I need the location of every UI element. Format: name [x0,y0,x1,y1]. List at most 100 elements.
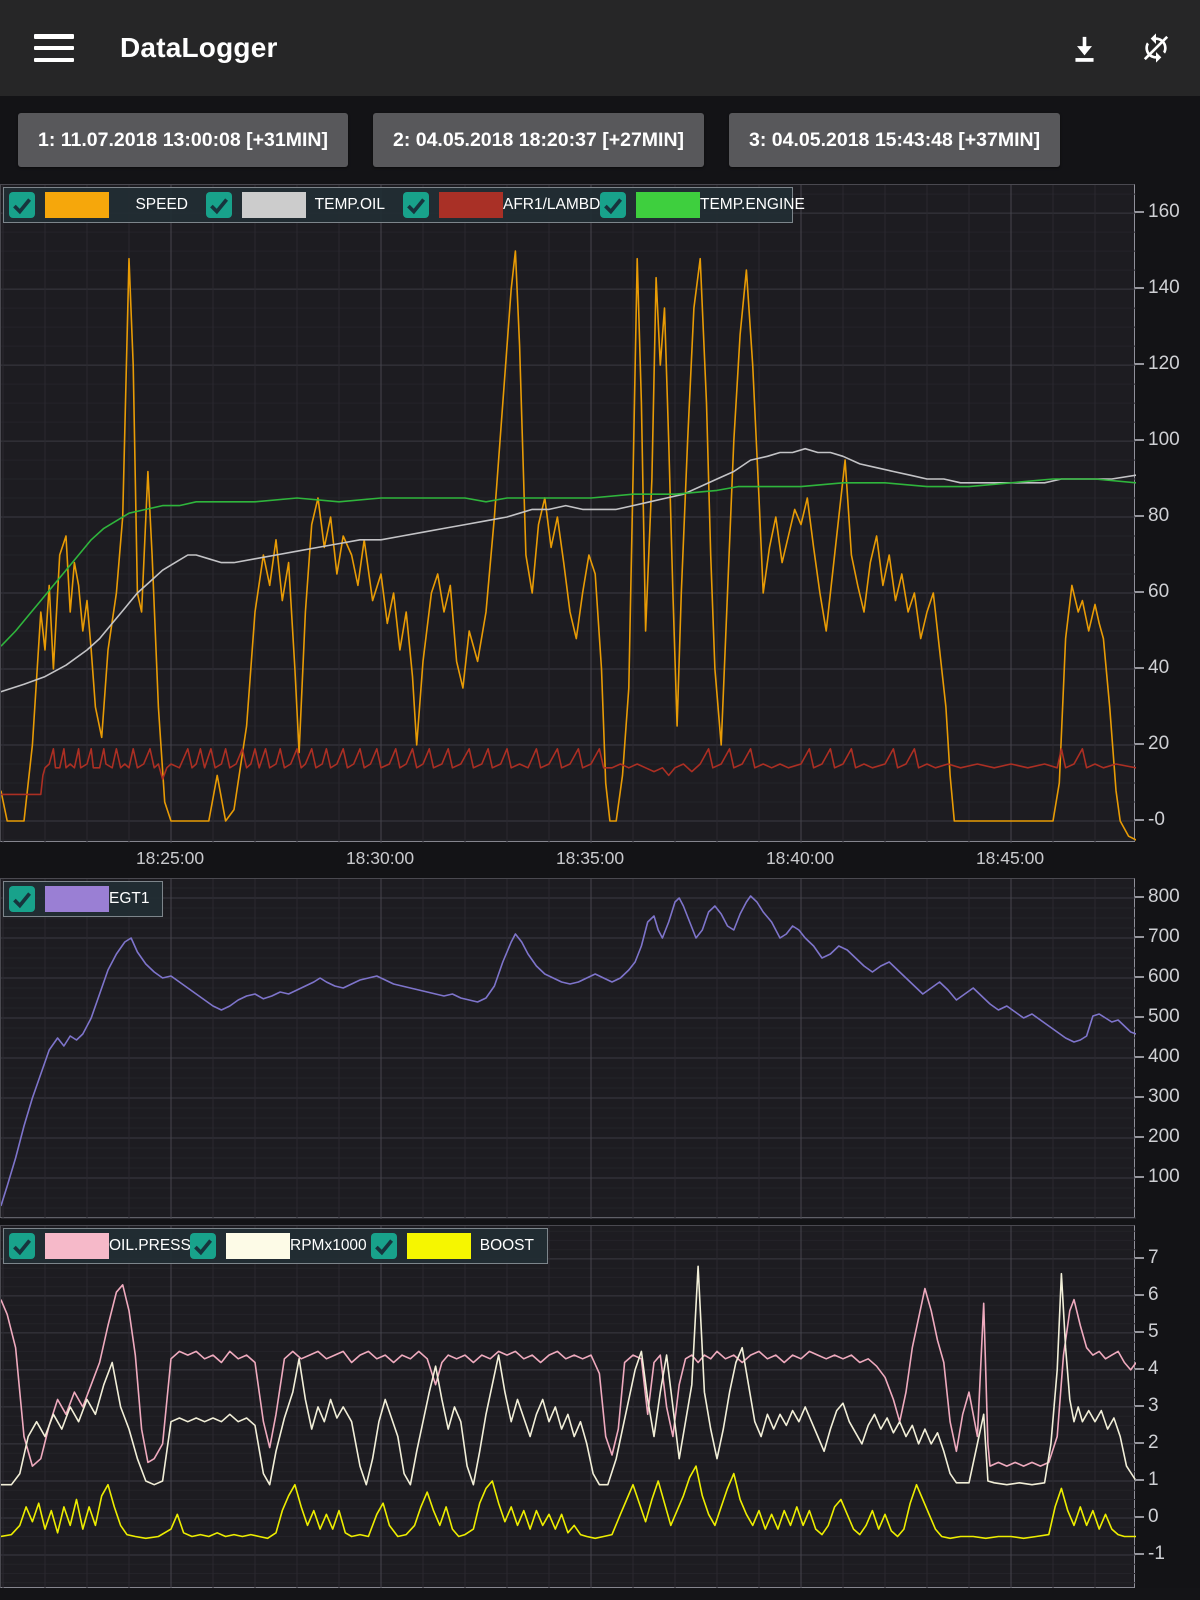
x-tick-label: 18:35:00 [555,848,625,868]
y-tick-label: 100 [1148,1166,1180,1187]
bottom-axis-strip [0,1588,1200,1600]
chart-panel-egt: EGT1 800 700 600 500 400 300 200 100 [0,878,1200,1219]
y-tick-mark [1135,515,1144,518]
legend-swatch [439,192,503,218]
y-axis: 7 6 5 4 3 2 1 0 -1 [1135,1225,1200,1588]
legend-swatch [45,192,109,218]
y-tick-label: 500 [1148,1006,1180,1027]
y-tick-label: 7 [1148,1246,1159,1268]
legend-swatch [226,1233,290,1259]
chart-panel-speed-temps-afr: SPEED TEMP.OIL AFR1/LAMBDA1 TEMP.ENGINE 160… [0,184,1200,874]
chart-legend: SPEED TEMP.OIL AFR1/LAMBDA1 TEMP.ENGINE [3,187,805,223]
menu-icon[interactable] [34,34,74,62]
y-tick-mark [1135,667,1144,669]
y-tick-mark [1135,1136,1144,1138]
y-tick-label: 1 [1148,1468,1159,1490]
y-tick-label: -1 [1148,1542,1165,1564]
chart-legend: EGT1 [3,881,163,917]
sync-disabled-icon[interactable] [1140,32,1172,64]
y-axis: 800 700 600 500 400 300 200 100 [1135,878,1200,1218]
chart-svg-egt [1,879,1136,1219]
legend-item: RPMx1000 [185,1229,367,1263]
y-tick-label: -0 [1148,808,1165,830]
y-tick-label: 800 [1148,886,1180,907]
legend-checkbox[interactable] [206,192,232,218]
legend-swatch [45,886,109,912]
y-tick-mark [1135,591,1144,594]
y-tick-mark [1135,936,1144,938]
chart-svg-boost [1,1226,1136,1589]
y-tick-label: 400 [1148,1046,1180,1067]
y-tick-mark [1135,1330,1144,1333]
y-tick-mark [1135,1552,1144,1555]
app-root: DataLogger 1: 11.07.2018 13:00:08 [+31MI… [0,0,1200,1600]
chart-plot-area: EGT1 [0,878,1136,1219]
y-tick-label: 5 [1148,1320,1159,1342]
y-tick-mark [1135,211,1144,214]
legend-checkbox[interactable] [371,1233,397,1259]
legend-checkbox[interactable] [9,192,35,218]
y-tick-mark [1135,1293,1144,1296]
x-tick-label: 18:40:00 [765,848,835,868]
legend-checkbox[interactable] [403,192,429,218]
y-tick-label: 6 [1148,1283,1159,1305]
y-tick-label: 40 [1148,657,1170,678]
legend-swatch [407,1233,471,1259]
legend-item: AFR1/LAMBDA1 [398,188,619,222]
y-tick-mark [1135,1367,1144,1370]
legend-swatch [636,192,700,218]
y-tick-label: 0 [1148,1505,1159,1527]
y-tick-mark [1135,1478,1144,1481]
x-tick-label: 18:25:00 [135,848,205,868]
legend-item: BOOST [366,1229,547,1263]
y-tick-label: 100 [1148,429,1180,451]
y-tick-mark [1135,1056,1144,1058]
legend-checkbox[interactable] [9,1233,35,1259]
y-tick-label: 160 [1148,201,1180,223]
y-tick-mark [1135,1404,1144,1407]
session-button-2[interactable]: 2: 04.05.2018 18:20:37 [+27MIN] [372,113,705,167]
y-tick-label: 300 [1148,1086,1180,1107]
chart-legend: OIL.PRESS. RPMx1000 BOOST [3,1228,548,1264]
y-tick-label: 3 [1148,1394,1159,1416]
app-bar: DataLogger [0,0,1200,96]
y-tick-mark [1135,1256,1144,1259]
legend-label: EGT1 [109,890,150,907]
y-tick-label: 140 [1148,277,1180,299]
y-tick-mark [1135,1016,1144,1018]
y-tick-mark [1135,742,1144,745]
chart-plot-area: SPEED TEMP.OIL AFR1/LAMBDA1 TEMP.ENGINE [0,184,1136,843]
legend-item: TEMP.OIL [201,188,398,222]
legend-checkbox[interactable] [9,886,35,912]
legend-label: TEMP.OIL [314,196,385,213]
y-tick-label: 2 [1148,1431,1159,1453]
y-tick-label: 60 [1148,581,1170,603]
legend-label: BOOST [479,1237,534,1254]
legend-item: OIL.PRESS. [4,1229,195,1263]
session-button-1[interactable]: 1: 11.07.2018 13:00:08 [+31MIN] [18,113,348,167]
legend-checkbox[interactable] [600,192,626,218]
y-tick-mark [1135,818,1144,821]
y-tick-mark [1135,1441,1144,1444]
y-tick-label: 4 [1148,1357,1159,1379]
y-tick-mark [1135,363,1144,366]
chart-panel-oilpress-rpm-boost: OIL.PRESS. RPMx1000 BOOST 7 6 5 4 3 2 1 0 -1 [0,1225,1200,1600]
y-tick-label: 20 [1148,732,1170,754]
download-icon[interactable] [1069,33,1100,64]
chart-plot-area: OIL.PRESS. RPMx1000 BOOST [0,1225,1136,1589]
y-tick-label: 200 [1148,1126,1180,1147]
chart-svg-speed [1,185,1136,843]
legend-checkbox[interactable] [190,1233,216,1259]
y-tick-mark [1135,287,1144,290]
y-tick-label: 600 [1148,966,1180,987]
session-button-3[interactable]: 3: 04.05.2018 15:43:48 [+37MIN] [729,113,1061,167]
y-tick-mark [1135,896,1144,898]
x-axis: 18:25:00 18:30:00 18:35:00 18:40:00 18:45:00 [0,842,1200,874]
y-tick-mark [1135,976,1144,978]
legend-item: EGT1 [4,882,162,916]
legend-item: SPEED [4,188,201,222]
y-tick-mark [1135,439,1144,442]
y-tick-mark [1135,1096,1144,1098]
y-tick-mark [1135,1515,1144,1518]
legend-swatch [45,1233,109,1259]
